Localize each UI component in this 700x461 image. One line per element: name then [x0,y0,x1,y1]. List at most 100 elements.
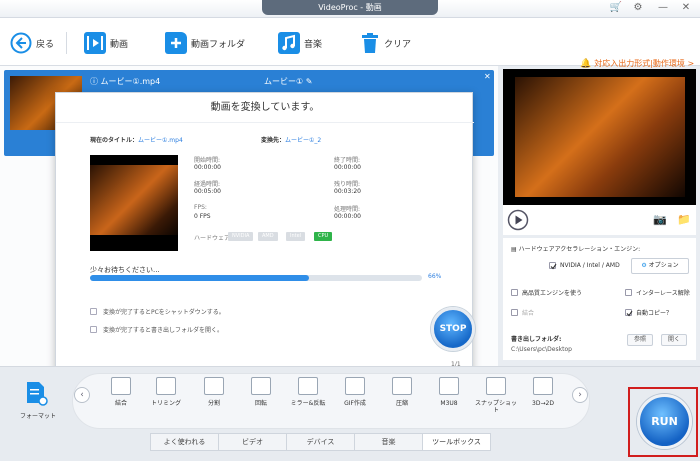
processing-time-value: 00:00:00 [334,213,361,220]
merge-icon [111,377,131,395]
close-icon[interactable]: ✕ [678,1,694,15]
tool-m3u8[interactable]: M3U8 [427,377,471,407]
title-bar: VideoProc - 動画 🛒 ⚙ — ✕ [0,0,700,18]
thumbnail-image [90,165,178,235]
output-folder-path: C:\Users\pc\Desktop [511,346,572,353]
back-button[interactable]: 戻る [10,30,54,56]
tool-compress[interactable]: 圧縮 [380,377,424,407]
format-support-link[interactable]: 🔔 対応入出力形式|動作環境 > [580,58,694,69]
merge-checkbox[interactable] [511,309,518,316]
tab-toolbox[interactable]: ツールボックス [422,433,491,451]
toolbar-divider [66,32,67,54]
progress-label: 少々お待ちください... [90,266,160,274]
stop-button[interactable]: STOP [431,307,475,351]
dialog-thumbnail [90,155,178,251]
tool-rotate[interactable]: 回転 [239,377,283,407]
video-output-name[interactable]: ムービー① ✎ [264,76,312,87]
progress-bar [90,275,422,281]
music-plus-icon [278,32,300,54]
progress-fill [90,275,309,281]
auto-copy-option[interactable]: 自動コピー？ [625,308,672,317]
option-button[interactable]: ⚙ オプション [631,258,689,274]
clear-label: クリア [384,39,412,50]
open-folder-checkbox[interactable] [90,326,97,333]
remaining-value: 00:03:20 [334,188,361,195]
format-button[interactable]: フォーマット [12,381,58,427]
tool-3d-to-2d[interactable]: 3D→2D [521,377,565,407]
hw-engine-checkbox[interactable] [549,262,557,270]
scroll-left-button[interactable]: ‹ [74,387,90,403]
tab-video[interactable]: ビデオ [218,433,287,451]
auto-copy-checkbox[interactable] [625,309,633,317]
format-doc-gear-icon [27,382,48,406]
progress-percent: 66% [428,273,442,280]
tool-merge[interactable]: 結合 [99,377,143,407]
preview-controls: 📷 📁 [503,205,696,235]
high-quality-option[interactable]: 高品質エンジンを使う [511,288,582,297]
clear-button[interactable]: クリア [360,30,411,56]
processing-time-label: 処理時間: [334,206,361,213]
snapshot-camera-icon[interactable]: 📷 [653,213,667,226]
gear-icon[interactable]: ⚙ [630,1,646,15]
video-preview [503,69,696,205]
gear-icon: ⚙ [641,262,649,269]
tool-trim[interactable]: トリミング [144,377,188,407]
format-label: フォーマット [20,413,57,420]
deinterlace-option[interactable]: インターレース解除 [625,288,690,297]
category-tabs: よく使われる ビデオ デバイス 音楽 ツールボックス [150,433,491,451]
tool-snapshot[interactable]: スナップショット [474,377,518,414]
high-quality-checkbox[interactable] [511,289,518,296]
start-time-label: 開始時間: [194,157,221,164]
merge-option[interactable]: 結合 [511,308,534,317]
add-music-button[interactable]: 音楽 [278,30,322,56]
remove-item-icon[interactable]: ✕ [484,72,491,81]
trash-icon [362,33,378,53]
open-button[interactable]: 開く [661,334,687,346]
toolbox-area: フォーマット ‹ › 結合 トリミング 分割 回転 ミラー&反転 GIF作成 圧… [0,366,700,461]
add-video-folder-button[interactable]: 動画フォルダ [165,30,245,56]
edit-pencil-icon[interactable]: ✎ [303,77,313,86]
conversion-dialog: 動画を変換しています。 現在のタイトル：ムービー①.mp4 変換先：ムービー①_… [55,92,475,371]
tab-music[interactable]: 音楽 [354,433,423,451]
main-toolbar: 戻る 動画 動画フォルダ 音楽 クリア 🔔 対応入出力形式|動作環境 > [0,18,700,69]
tool-gif[interactable]: GIF作成 [333,377,377,407]
add-video-label: 動画 [110,39,129,50]
open-folder-icon[interactable]: 📁 [677,213,691,226]
remaining-label: 残り時間: [334,181,361,188]
elapsed-value: 00:05:00 [194,188,221,195]
add-music-label: 音楽 [304,39,323,50]
compress-icon [392,377,412,395]
tab-device[interactable]: デバイス [286,433,355,451]
m3u8-icon [439,377,459,395]
shutdown-option[interactable]: 変換が完了するとPCをシャットダウンする。 [90,307,225,316]
add-video-button[interactable]: 動画 [84,30,128,56]
run-button[interactable]: RUN [637,394,692,449]
scroll-right-button[interactable]: › [572,387,588,403]
hw-accel-title: ▤ ハードウェアアクセラレーション・エンジン: [511,246,641,253]
tool-split[interactable]: 分割 [192,377,236,407]
add-video-folder-label: 動画フォルダ [191,39,246,50]
mirror-flip-icon [298,377,318,395]
hw-chip-amd: AMD [258,232,278,241]
hw-engine-option[interactable]: NVIDIA / Intel / AMD [549,262,620,270]
end-time-label: 終了時間: [334,157,361,164]
open-folder-option[interactable]: 変換が完了すると書き出しフォルダを開く。 [90,325,223,334]
bell-icon: 🔔 [580,58,592,69]
film-plus-icon [84,32,106,54]
start-time-value: 00:00:00 [194,164,221,171]
tool-mirror-flip[interactable]: ミラー&反転 [286,377,330,407]
fps-label: FPS: [194,204,207,211]
window-title: VideoProc - 動画 [262,0,438,15]
gif-icon [345,377,365,395]
browse-button[interactable]: 参照 [627,334,653,346]
snapshot-icon [486,377,506,395]
play-icon[interactable] [507,209,529,231]
cart-icon[interactable]: 🛒 [608,1,624,15]
video-source-title: ⓘ ムービー①.mp4 [90,77,161,86]
tab-popular[interactable]: よく使われる [150,433,219,451]
shutdown-checkbox[interactable] [90,308,97,315]
hw-chip-cpu: CPU [314,232,333,241]
minimize-icon[interactable]: — [655,1,671,15]
deinterlace-checkbox[interactable] [625,289,632,296]
current-title: 現在のタイトル：ムービー①.mp4 [90,137,183,144]
